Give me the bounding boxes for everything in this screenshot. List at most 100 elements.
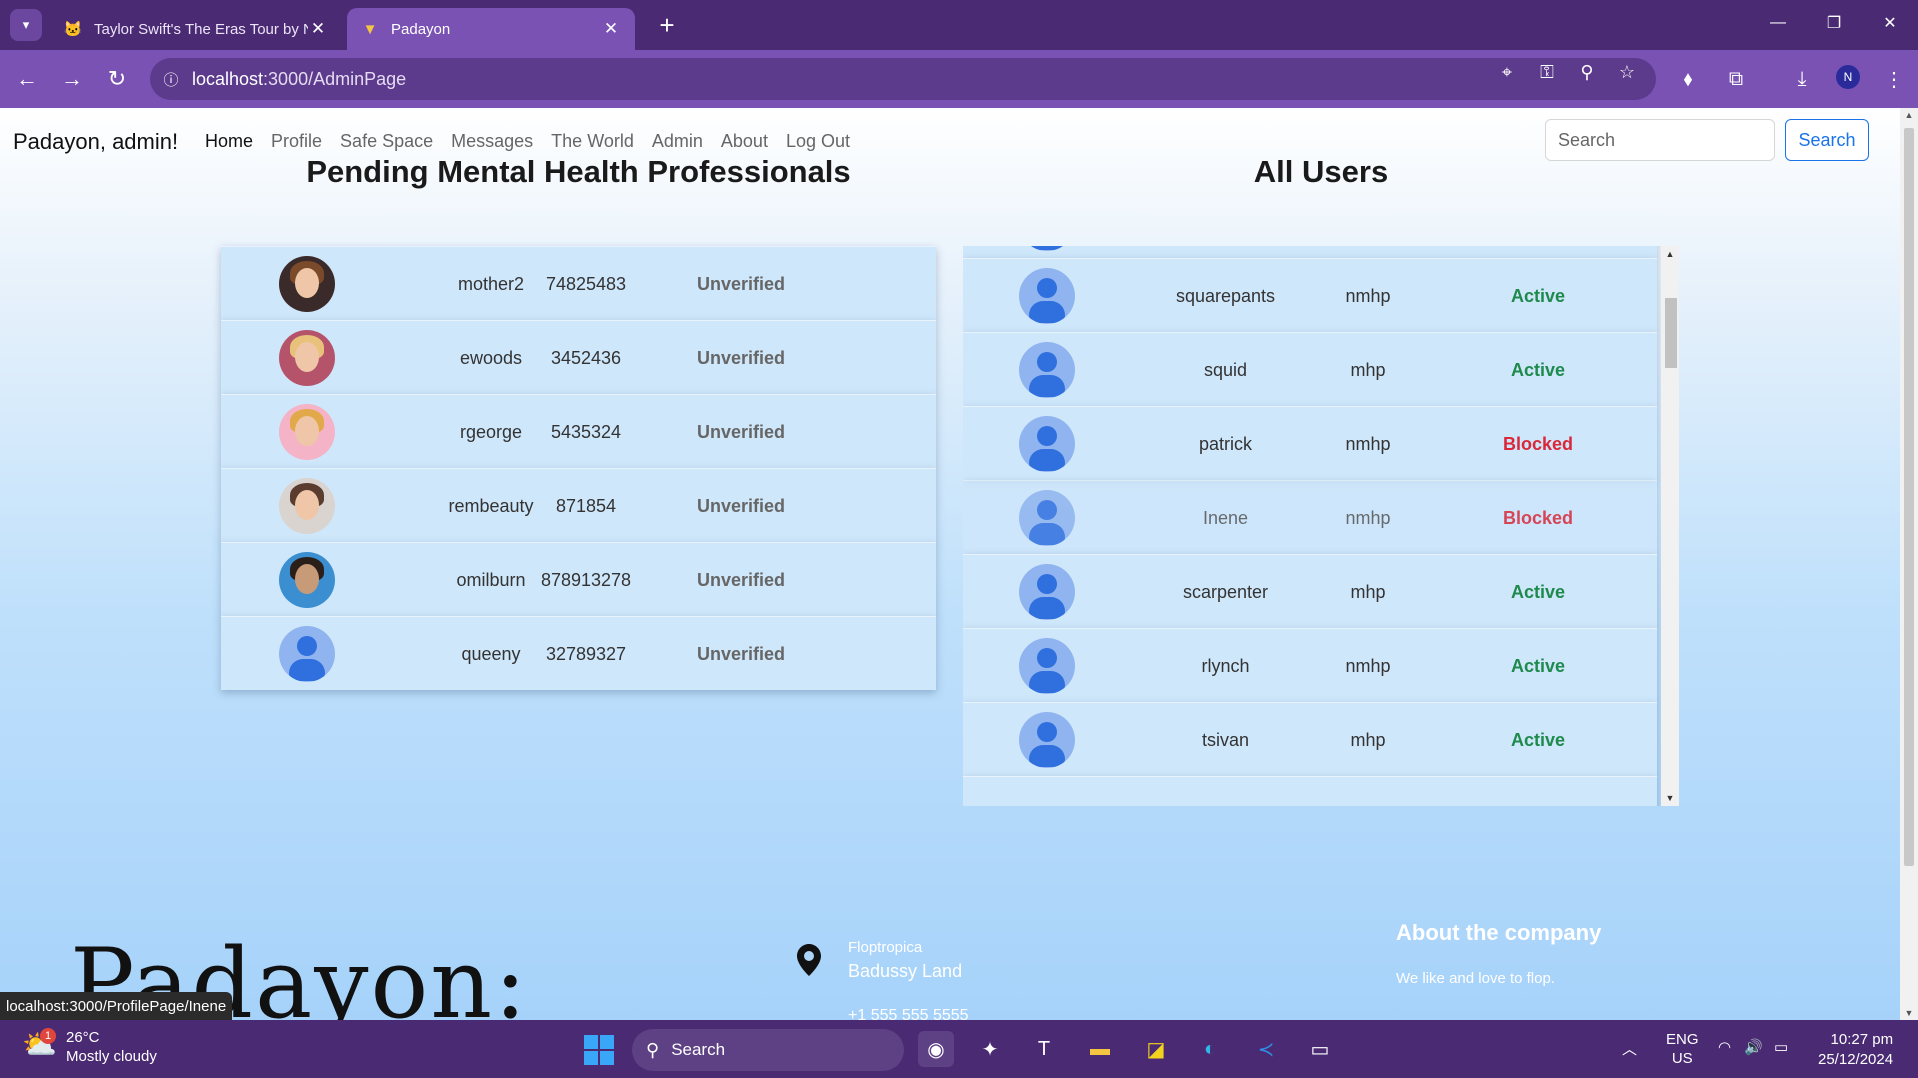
nav-link-profile[interactable]: Profile bbox=[271, 131, 322, 152]
volume-icon[interactable]: 🔊 bbox=[1744, 1038, 1763, 1056]
new-tab-icon[interactable]: + bbox=[652, 10, 682, 40]
avatar[interactable] bbox=[279, 404, 335, 460]
status-badge[interactable]: Active bbox=[1483, 730, 1593, 751]
pending-row[interactable]: rgeorge 5435324 Unverified bbox=[221, 394, 936, 468]
extension-puzzle-icon[interactable]: ⬧ bbox=[1672, 63, 1704, 95]
scroll-up-icon[interactable]: ▲ bbox=[1661, 246, 1679, 262]
wifi-icon[interactable]: ◠ bbox=[1718, 1038, 1731, 1056]
nav-link-the-world[interactable]: The World bbox=[551, 131, 634, 152]
clock[interactable]: 10:27 pm 25/12/2024 bbox=[1818, 1030, 1893, 1070]
avatar[interactable] bbox=[279, 256, 335, 312]
back-icon[interactable]: ← bbox=[11, 63, 43, 95]
table-row[interactable] bbox=[963, 776, 1657, 806]
menu-kebab-icon[interactable]: ⋮ bbox=[1878, 63, 1910, 95]
teams-icon[interactable]: T bbox=[1026, 1031, 1062, 1067]
close-tab-icon[interactable]: ✕ bbox=[308, 19, 328, 39]
zoom-icon[interactable]: ⚲ bbox=[1575, 60, 1599, 84]
default-avatar-icon[interactable] bbox=[1019, 712, 1075, 768]
default-avatar-icon[interactable] bbox=[1019, 416, 1075, 472]
pending-row[interactable]: omilburn 878913278 Unverified bbox=[221, 542, 936, 616]
status-badge[interactable]: Active bbox=[1483, 360, 1593, 381]
brand-title[interactable]: Padayon, admin! bbox=[13, 129, 178, 155]
avatar[interactable] bbox=[279, 552, 335, 608]
default-avatar-icon[interactable] bbox=[1019, 490, 1075, 546]
status-badge[interactable]: Active bbox=[1483, 582, 1593, 603]
pending-row[interactable]: rembeauty 871854 Unverified bbox=[221, 468, 936, 542]
table-row[interactable] bbox=[963, 246, 1657, 258]
username[interactable]: Inene bbox=[1133, 508, 1318, 529]
status-badge[interactable]: Blocked bbox=[1483, 508, 1593, 529]
scrollbar-thumb[interactable] bbox=[1904, 128, 1914, 866]
site-info-icon[interactable]: ⓘ bbox=[150, 69, 192, 90]
table-row[interactable]: scarpenter mhp Active bbox=[963, 554, 1657, 628]
tab-eras-tour[interactable]: 🐱 Taylor Swift's The Eras Tour by N ✕ bbox=[50, 8, 342, 50]
close-tab-icon[interactable]: ✕ bbox=[601, 19, 621, 39]
search-button[interactable]: Search bbox=[1785, 119, 1869, 161]
terminal-icon[interactable]: ▭ bbox=[1302, 1031, 1338, 1067]
default-avatar-icon[interactable] bbox=[1019, 246, 1075, 251]
battery-icon[interactable]: ▭ bbox=[1774, 1038, 1788, 1056]
tab-padayon[interactable]: ▼ Padayon ✕ bbox=[347, 8, 635, 50]
table-row[interactable]: rlynch nmhp Active bbox=[963, 628, 1657, 702]
address-bar[interactable]: ⓘ localhost:3000/AdminPage bbox=[150, 58, 1656, 100]
users-scroll-container[interactable]: squarepants nmhp Active squid mhp Active… bbox=[963, 246, 1679, 806]
reload-icon[interactable]: ↻ bbox=[101, 63, 133, 95]
avatar[interactable] bbox=[279, 330, 335, 386]
pending-row[interactable]: ewoods 3452436 Unverified bbox=[221, 320, 936, 394]
nav-link-home[interactable]: Home bbox=[205, 131, 253, 152]
users-scrollbar[interactable]: ▲ ▼ bbox=[1661, 246, 1679, 806]
nav-link-messages[interactable]: Messages bbox=[451, 131, 533, 152]
forward-icon[interactable]: → bbox=[56, 63, 88, 95]
nav-link-log-out[interactable]: Log Out bbox=[786, 131, 850, 152]
nav-link-admin[interactable]: Admin bbox=[652, 131, 703, 152]
scroll-down-icon[interactable]: ▼ bbox=[1900, 1006, 1918, 1020]
edge-icon[interactable]: ◐ bbox=[1192, 1031, 1228, 1067]
table-row[interactable]: tsivan mhp Active bbox=[963, 702, 1657, 776]
username[interactable]: tsivan bbox=[1133, 730, 1318, 751]
table-row[interactable]: patrick nmhp Blocked bbox=[963, 406, 1657, 480]
username[interactable]: scarpenter bbox=[1133, 582, 1318, 603]
extensions-icon[interactable]: ⧉ bbox=[1720, 63, 1752, 95]
username[interactable]: squarepants bbox=[1133, 286, 1318, 307]
avatar[interactable] bbox=[279, 478, 335, 534]
tab-search-icon[interactable]: ▾ bbox=[10, 9, 42, 41]
scroll-up-icon[interactable]: ▲ bbox=[1900, 108, 1918, 122]
sticky-notes-icon[interactable]: ◪ bbox=[1138, 1031, 1174, 1067]
restore-icon[interactable]: ❐ bbox=[1814, 8, 1854, 38]
weather-widget[interactable]: ⛅ 1 26°C Mostly cloudy bbox=[22, 1028, 157, 1066]
scrollbar-thumb[interactable] bbox=[1665, 298, 1677, 368]
file-explorer-icon[interactable]: ▬ bbox=[1082, 1031, 1118, 1067]
default-avatar-icon[interactable] bbox=[1019, 564, 1075, 620]
chrome-icon[interactable]: ◉ bbox=[918, 1031, 954, 1067]
bookmark-star-icon[interactable]: ☆ bbox=[1615, 60, 1639, 84]
nav-link-about[interactable]: About bbox=[721, 131, 768, 152]
copilot-icon[interactable]: ✦ bbox=[972, 1031, 1008, 1067]
minimize-icon[interactable]: — bbox=[1758, 8, 1798, 38]
table-row[interactable]: squarepants nmhp Active bbox=[963, 258, 1657, 332]
scroll-down-icon[interactable]: ▼ bbox=[1661, 790, 1679, 806]
default-avatar-icon[interactable] bbox=[279, 626, 335, 682]
username[interactable]: squid bbox=[1133, 360, 1318, 381]
default-avatar-icon[interactable] bbox=[1019, 268, 1075, 324]
location-icon[interactable]: ⌖ bbox=[1495, 60, 1519, 84]
download-icon[interactable]: ⤓ bbox=[1786, 63, 1818, 95]
close-window-icon[interactable]: ✕ bbox=[1870, 8, 1910, 38]
pending-row[interactable]: mother2 74825483 Unverified bbox=[221, 246, 936, 320]
windows-start-icon[interactable] bbox=[584, 1035, 614, 1065]
profile-avatar[interactable]: N bbox=[1836, 65, 1860, 89]
pending-row[interactable]: queeny 32789327 Unverified bbox=[221, 616, 936, 690]
default-avatar-icon[interactable] bbox=[1019, 638, 1075, 694]
key-icon[interactable]: ⚿ bbox=[1535, 60, 1559, 84]
taskbar-search[interactable]: ⚲ Search bbox=[632, 1029, 904, 1071]
status-badge[interactable]: Blocked bbox=[1483, 434, 1593, 455]
username[interactable]: patrick bbox=[1133, 434, 1318, 455]
table-row[interactable]: squid mhp Active bbox=[963, 332, 1657, 406]
status-badge[interactable]: Active bbox=[1483, 656, 1593, 677]
language-indicator[interactable]: ENG US bbox=[1666, 1030, 1699, 1068]
nav-link-safe-space[interactable]: Safe Space bbox=[340, 131, 433, 152]
page-scrollbar[interactable]: ▲ ▼ bbox=[1900, 108, 1918, 1020]
status-badge[interactable]: Active bbox=[1483, 286, 1593, 307]
vscode-icon[interactable]: ≺ bbox=[1248, 1031, 1284, 1067]
username[interactable]: rlynch bbox=[1133, 656, 1318, 677]
chevron-up-icon[interactable]: ︿ bbox=[1622, 1038, 1637, 1059]
